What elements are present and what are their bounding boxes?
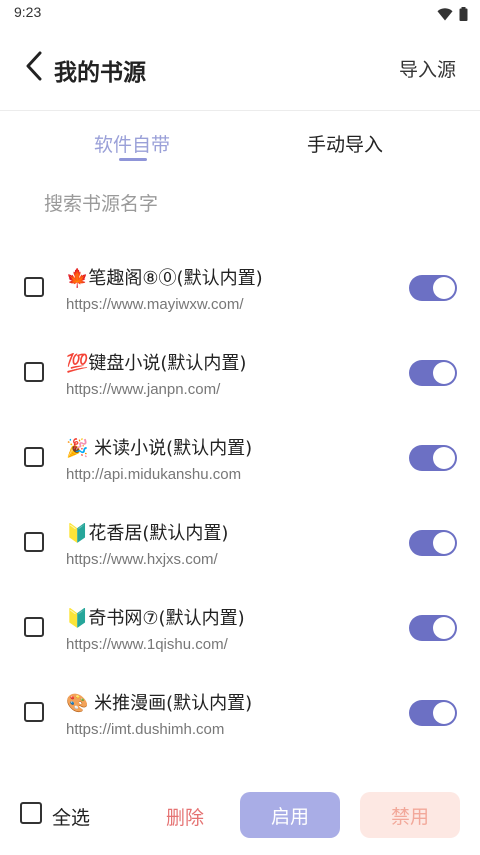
enable-toggle[interactable] xyxy=(409,530,457,556)
tab-manual-import[interactable]: 手动导入 xyxy=(307,130,383,157)
source-url: https://www.janpn.com/ xyxy=(66,381,221,398)
source-name: 🎉 米读小说(默认内置) xyxy=(66,438,253,459)
source-url: https://imt.dushimh.com xyxy=(66,721,225,738)
wifi-icon xyxy=(437,6,453,25)
list-item: 🎨 米推漫画(默认内置) https://imt.dushimh.com xyxy=(0,670,480,755)
toggle-knob xyxy=(433,447,455,469)
tab-bar: 软件自带 手动导入 xyxy=(0,126,480,166)
enable-toggle[interactable] xyxy=(409,275,457,301)
tab-indicator xyxy=(119,158,147,161)
toggle-knob xyxy=(433,617,455,639)
list-item: 🔰花香居(默认内置) https://www.hxjxs.com/ xyxy=(0,500,480,585)
row-checkbox[interactable] xyxy=(24,277,44,297)
status-time: 9:23 xyxy=(14,4,42,20)
source-list: 🍁笔趣阁⑧⓪(默认内置) https://www.mayiwxw.com/ 💯键… xyxy=(0,245,480,755)
list-item: 💯键盘小说(默认内置) https://www.janpn.com/ xyxy=(0,330,480,415)
search-input[interactable] xyxy=(44,188,444,220)
list-item: 🎉 米读小说(默认内置) http://api.midukanshu.com xyxy=(0,415,480,500)
row-checkbox[interactable] xyxy=(24,362,44,382)
toggle-knob xyxy=(433,532,455,554)
enable-button[interactable]: 启用 xyxy=(240,792,340,838)
bottom-action-bar: 全选 删除 启用 禁用 xyxy=(0,790,480,840)
chevron-left-icon xyxy=(25,51,43,85)
app-bar: 我的书源 导入源 xyxy=(0,26,480,111)
enable-toggle[interactable] xyxy=(409,445,457,471)
source-url: https://www.1qishu.com/ xyxy=(66,636,228,653)
row-checkbox[interactable] xyxy=(24,447,44,467)
toggle-knob xyxy=(433,702,455,724)
import-source-button[interactable]: 导入源 xyxy=(399,55,456,82)
row-checkbox[interactable] xyxy=(24,532,44,552)
source-url: http://api.midukanshu.com xyxy=(66,466,242,483)
enable-toggle[interactable] xyxy=(409,700,457,726)
battery-icon xyxy=(459,6,468,25)
status-icons xyxy=(437,6,468,25)
toggle-knob xyxy=(433,277,455,299)
back-button[interactable] xyxy=(20,51,48,85)
row-checkbox[interactable] xyxy=(24,617,44,637)
enable-toggle[interactable] xyxy=(409,360,457,386)
source-url: https://www.hxjxs.com/ xyxy=(66,551,218,568)
status-bar: 9:23 xyxy=(0,0,480,26)
source-name: 💯键盘小说(默认内置) xyxy=(66,353,247,374)
toggle-knob xyxy=(433,362,455,384)
list-item: 🍁笔趣阁⑧⓪(默认内置) https://www.mayiwxw.com/ xyxy=(0,245,480,330)
row-checkbox[interactable] xyxy=(24,702,44,722)
list-item: 🔰奇书网⑦(默认内置) https://www.1qishu.com/ xyxy=(0,585,480,670)
enable-toggle[interactable] xyxy=(409,615,457,641)
select-all-label[interactable]: 全选 xyxy=(52,803,90,830)
select-all-checkbox[interactable] xyxy=(20,802,42,824)
source-name: 🔰奇书网⑦(默认内置) xyxy=(66,608,245,629)
source-name: 🔰花香居(默认内置) xyxy=(66,523,229,544)
page-title: 我的书源 xyxy=(54,60,146,86)
delete-button[interactable]: 删除 xyxy=(166,803,204,830)
source-name: 🎨 米推漫画(默认内置) xyxy=(66,693,253,714)
tab-builtin[interactable]: 软件自带 xyxy=(94,130,170,157)
source-name: 🍁笔趣阁⑧⓪(默认内置) xyxy=(66,268,263,289)
disable-button[interactable]: 禁用 xyxy=(360,792,460,838)
source-url: https://www.mayiwxw.com/ xyxy=(66,296,244,313)
